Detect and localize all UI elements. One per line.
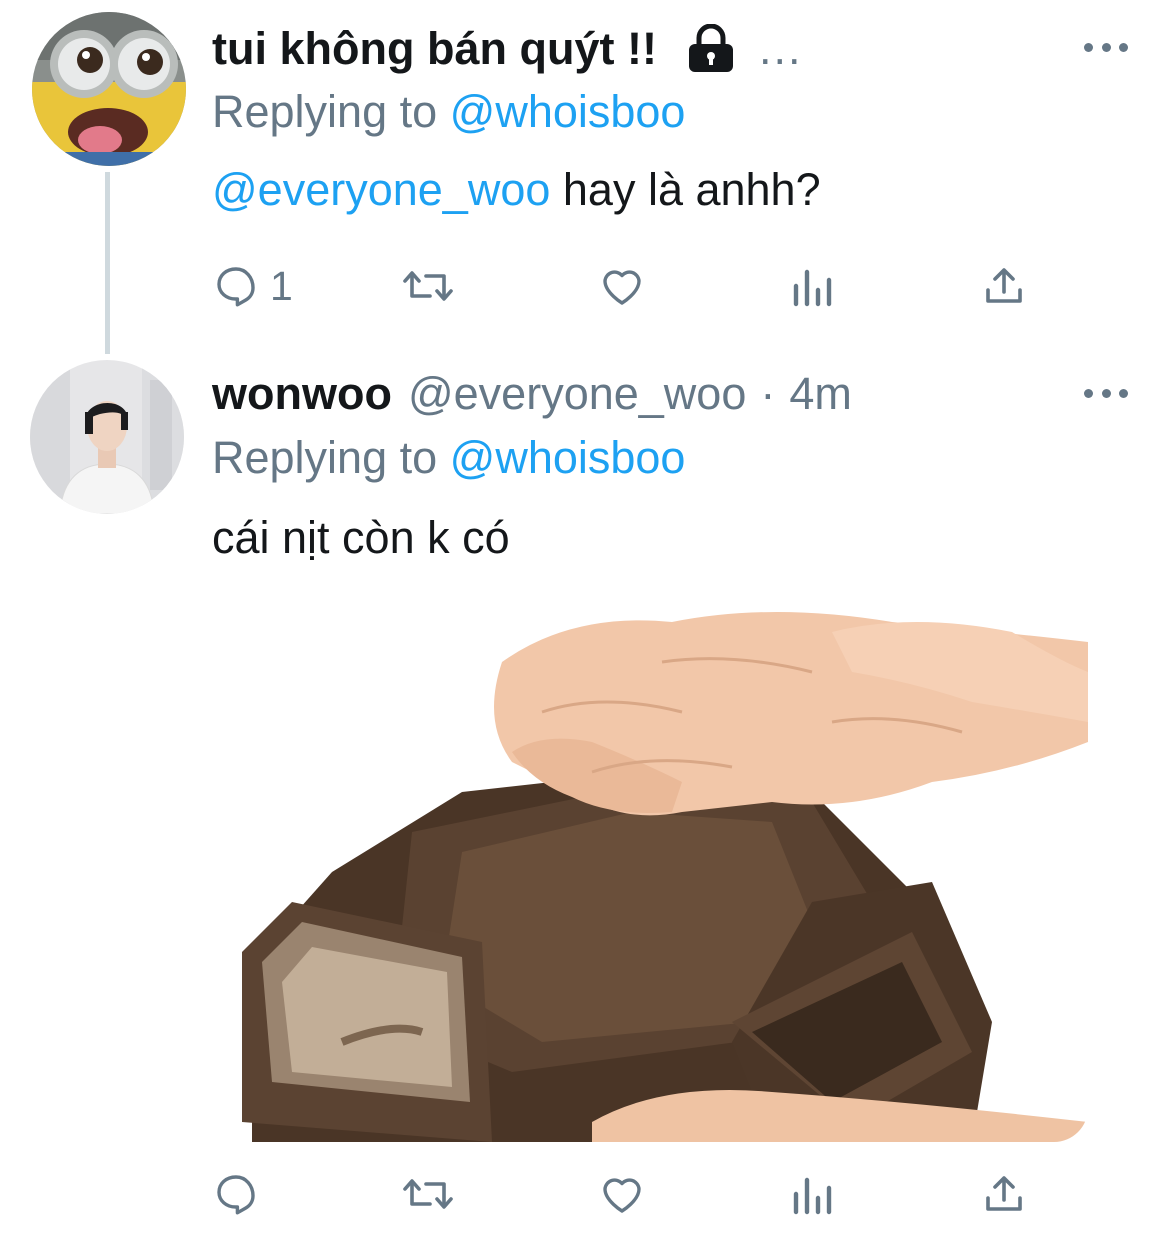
tweet1-body: @everyone_woo hay là anhh? xyxy=(212,164,821,216)
replying-prefix: Replying to xyxy=(212,86,450,137)
tweet1-reply-button[interactable]: 1 xyxy=(212,262,293,310)
tweet2-body-text: cái nịt còn k có xyxy=(212,512,510,563)
tweet1-replying-handle-link[interactable]: @whoisboo xyxy=(450,86,686,137)
retweet-icon xyxy=(400,1170,456,1218)
tweet2-retweet-button[interactable] xyxy=(400,1170,456,1218)
reply-icon xyxy=(212,262,260,310)
thread-connector-line xyxy=(105,172,110,354)
tweet2-like-button[interactable] xyxy=(598,1170,646,1218)
tweet2-media-image-empty-wallet[interactable] xyxy=(212,602,1088,1142)
avatar-minion[interactable] xyxy=(32,12,186,166)
tweet2-action-bar xyxy=(212,1170,1032,1220)
tweet1-replying-to: Replying to @whoisboo xyxy=(212,86,685,138)
tweet2-timestamp[interactable]: 4m xyxy=(789,371,852,416)
tweet2-dot-separator: · xyxy=(760,368,776,419)
tweet1-like-button[interactable] xyxy=(598,262,646,310)
analytics-icon xyxy=(790,1170,834,1218)
tweet2-more-icon[interactable] xyxy=(1084,383,1128,403)
tweet2-author-name[interactable]: wonwoo xyxy=(212,371,392,416)
tweet2-header: wonwoo @everyone_woo · 4m xyxy=(212,371,852,416)
analytics-icon xyxy=(790,262,834,310)
tweet2-analytics-button[interactable] xyxy=(790,1170,834,1218)
tweet1-retweet-button[interactable] xyxy=(400,262,456,310)
tweet2-reply-button[interactable] xyxy=(212,1170,260,1218)
tweet1-more-icon[interactable] xyxy=(1084,37,1128,57)
tweet1-body-text: hay là anhh? xyxy=(550,164,821,215)
share-icon xyxy=(980,1170,1028,1218)
lock-icon xyxy=(685,23,737,72)
avatar-wonwoo[interactable] xyxy=(30,360,184,514)
retweet-icon xyxy=(400,262,456,310)
tweet1-header: tui không bán quýt !! ... xyxy=(212,22,803,74)
tweet1-action-bar: 1 xyxy=(212,262,1032,312)
like-icon xyxy=(598,1170,646,1218)
tweet1-reply-count: 1 xyxy=(270,262,293,309)
share-icon xyxy=(980,262,1028,310)
tweet2-replying-handle-link[interactable]: @whoisboo xyxy=(450,432,686,483)
tweet1-share-button[interactable] xyxy=(980,262,1028,310)
reply-icon xyxy=(212,1170,260,1218)
tweet1-mention-link[interactable]: @everyone_woo xyxy=(212,164,550,215)
tweet1-analytics-button[interactable] xyxy=(790,262,834,310)
like-icon xyxy=(598,262,646,310)
tweet1-author-name[interactable]: tui không bán quýt !! xyxy=(212,26,657,71)
tweet2-replying-to: Replying to @whoisboo xyxy=(212,432,685,484)
tweet2-share-button[interactable] xyxy=(980,1170,1028,1218)
tweet1-name-truncation: ... xyxy=(758,22,803,74)
replying-prefix: Replying to xyxy=(212,432,450,483)
tweet2-author-handle[interactable]: @everyone_woo xyxy=(408,371,746,416)
